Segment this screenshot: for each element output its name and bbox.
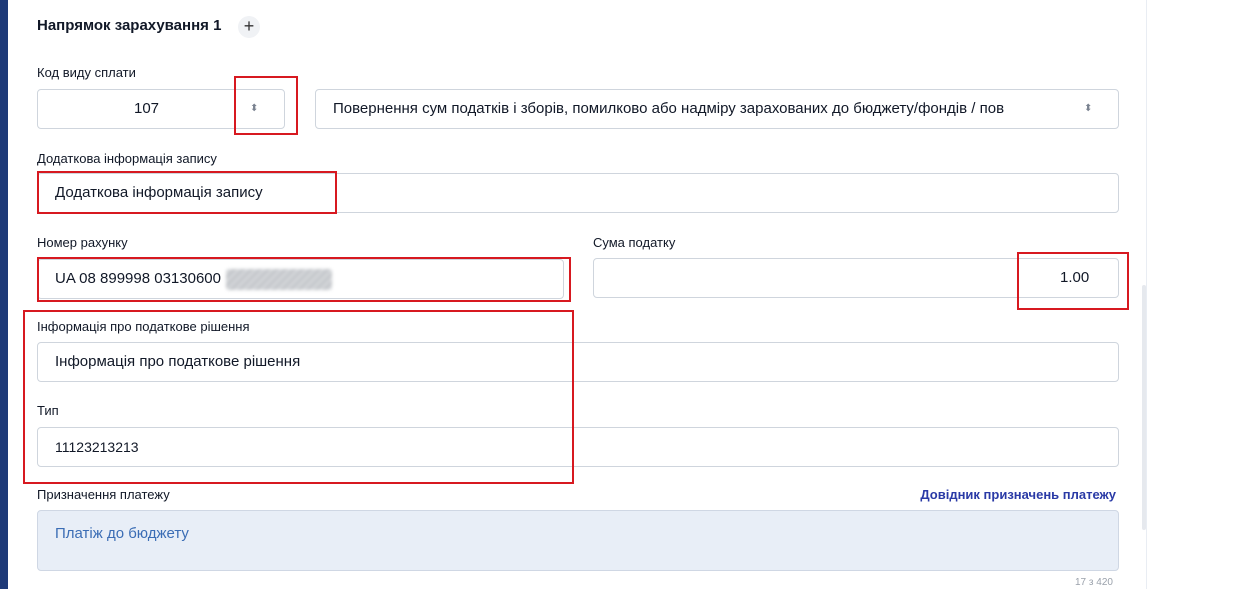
payment-description-value: Повернення сум податків і зборів, помилк… — [333, 100, 1005, 117]
payment-code-select[interactable]: 107 ⬍ — [37, 89, 285, 129]
type-value: 11123213213 — [55, 439, 139, 455]
payment-purpose-value: Платіж до бюджету — [55, 525, 189, 542]
type-input[interactable]: 11123213213 — [37, 427, 1119, 467]
section-title: Напрямок зарахування 1 — [37, 17, 222, 34]
tax-amount-label: Сума податку — [593, 235, 676, 250]
additional-info-value: Додаткова інформація запису — [55, 184, 263, 201]
tax-decision-input[interactable]: Інформація про податкове рішення — [37, 342, 1119, 382]
plus-icon: + — [243, 16, 255, 36]
tax-amount-value: 1.00 — [1060, 269, 1090, 286]
account-number-input[interactable]: UA 08 899998 03130600 — [37, 259, 564, 299]
payment-description-select[interactable]: Повернення сум податків і зборів, помилк… — [315, 89, 1119, 129]
sort-arrows-icon: ⬍ — [250, 103, 259, 114]
add-direction-button[interactable]: + — [238, 16, 260, 38]
sort-arrows-icon: ⬍ — [1084, 103, 1093, 114]
additional-info-label: Додаткова інформація запису — [37, 151, 217, 166]
account-number-value: UA 08 899998 03130600 — [55, 270, 221, 287]
character-counter: 17 з 420 — [1075, 577, 1113, 588]
type-label: Тип — [37, 403, 59, 418]
tax-decision-label: Інформація про податкове рішення — [37, 319, 250, 334]
right-side-panel — [1146, 0, 1250, 589]
tax-amount-input[interactable]: 1.00 — [593, 258, 1119, 298]
payment-code-value: 107 — [134, 100, 160, 117]
tax-decision-value: Інформація про податкове рішення — [55, 353, 301, 370]
payment-purpose-textarea[interactable]: Платіж до бюджету — [37, 510, 1119, 571]
scrollbar-thumb[interactable] — [1142, 285, 1146, 530]
masked-account-digits — [226, 269, 332, 290]
payment-code-label: Код виду сплати — [37, 65, 136, 80]
left-edge-strip — [0, 0, 8, 589]
purpose-directory-link[interactable]: Довідник призначень платежу — [920, 487, 1116, 502]
payment-purpose-label: Призначення платежу — [37, 487, 170, 502]
additional-info-input[interactable]: Додаткова інформація запису — [37, 173, 1119, 213]
account-number-label: Номер рахунку — [37, 235, 128, 250]
